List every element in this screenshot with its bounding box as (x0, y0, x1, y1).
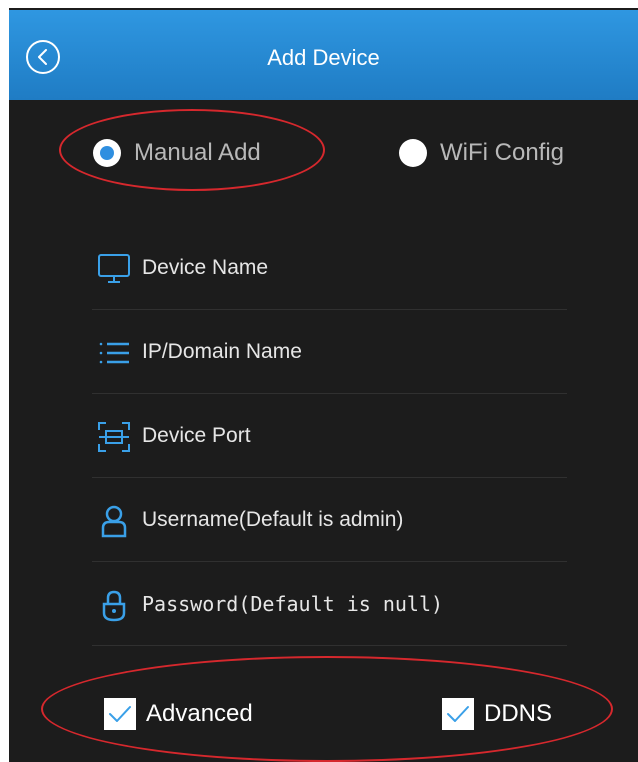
page-title: Add Device (267, 45, 380, 70)
advanced-label: Advanced (146, 700, 253, 727)
username-field[interactable]: Username(Default is admin) (92, 478, 567, 562)
advanced-checkbox[interactable]: Advanced (104, 696, 253, 732)
lock-icon (102, 590, 126, 622)
ip-domain-placeholder: IP/Domain Name (142, 340, 302, 363)
user-icon (101, 505, 127, 538)
device-port-field[interactable]: Device Port (92, 394, 567, 478)
header-bar: Add Device (9, 10, 638, 100)
monitor-icon (98, 254, 130, 283)
password-field[interactable]: Password(Default is null) (92, 562, 567, 646)
checkbox-checked-icon (442, 698, 474, 730)
device-port-placeholder: Device Port (142, 424, 251, 447)
ip-domain-field[interactable]: IP/Domain Name (92, 310, 567, 394)
ddns-checkbox[interactable]: DDNS (442, 696, 552, 732)
wifi-config-radio[interactable]: WiFi Config (399, 136, 564, 170)
wifi-config-label: WiFi Config (440, 139, 565, 166)
checkmark-icon (109, 706, 131, 722)
port-icon (98, 422, 130, 452)
manual-add-radio[interactable]: Manual Add (93, 136, 261, 170)
checkbox-checked-icon (104, 698, 136, 730)
checkmark-icon (447, 706, 469, 722)
radio-unselected-icon (399, 139, 427, 167)
ddns-label: DDNS (484, 700, 553, 727)
device-name-field[interactable]: Device Name (92, 226, 567, 310)
device-name-placeholder: Device Name (142, 256, 269, 279)
radio-selected-icon (93, 139, 121, 167)
manual-add-label: Manual Add (134, 139, 261, 166)
username-placeholder: Username(Default is admin) (142, 508, 404, 531)
add-device-screen: Add Device Manual Add WiFi Config Device… (9, 8, 638, 762)
list-icon (99, 342, 129, 364)
password-placeholder: Password(Default is null) (142, 592, 444, 616)
